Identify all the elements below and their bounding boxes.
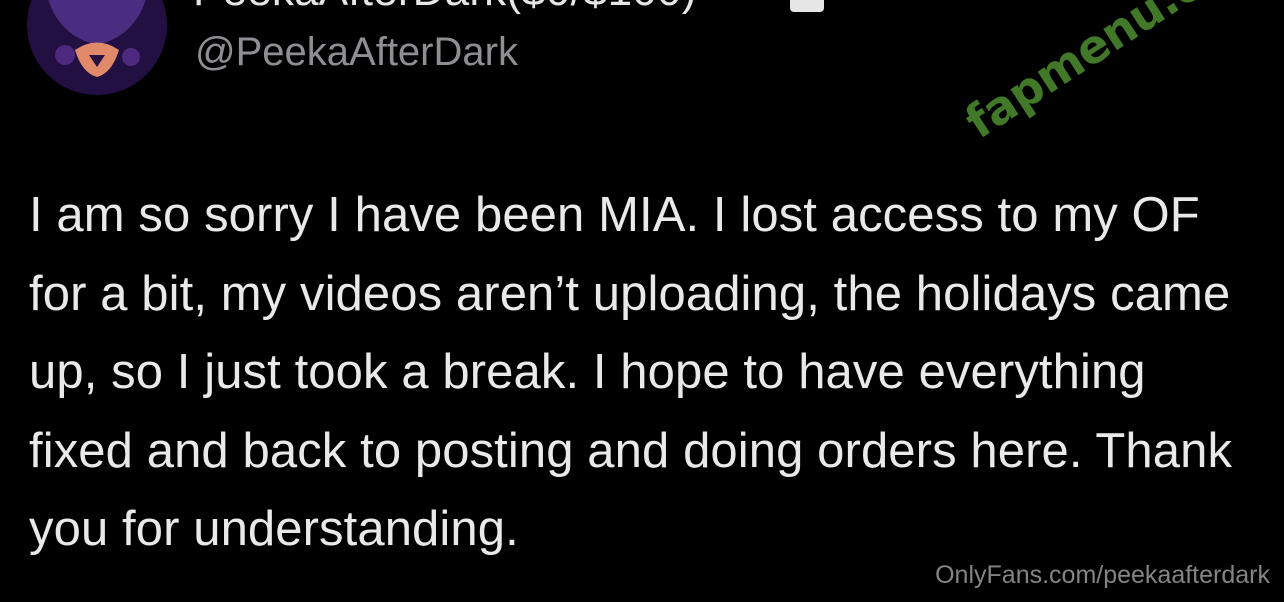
user-handle[interactable]: @PeekaAfterDark (195, 30, 518, 75)
verified-badge-icon (790, 0, 824, 12)
post-text: I am so sorry I have been MIA. I lost ac… (29, 188, 1233, 556)
display-name[interactable]: PeekaAfterDark($0/$100) (193, 0, 697, 16)
source-watermark: OnlyFans.com/peekaafterdark (935, 561, 1270, 589)
post-screenshot: PeekaAfterDark($0/$100) @PeekaAfterDark … (0, 0, 1284, 602)
site-watermark: fapmenu.com (955, 0, 1277, 149)
avatar-image (27, 0, 167, 95)
avatar[interactable] (27, 0, 167, 95)
